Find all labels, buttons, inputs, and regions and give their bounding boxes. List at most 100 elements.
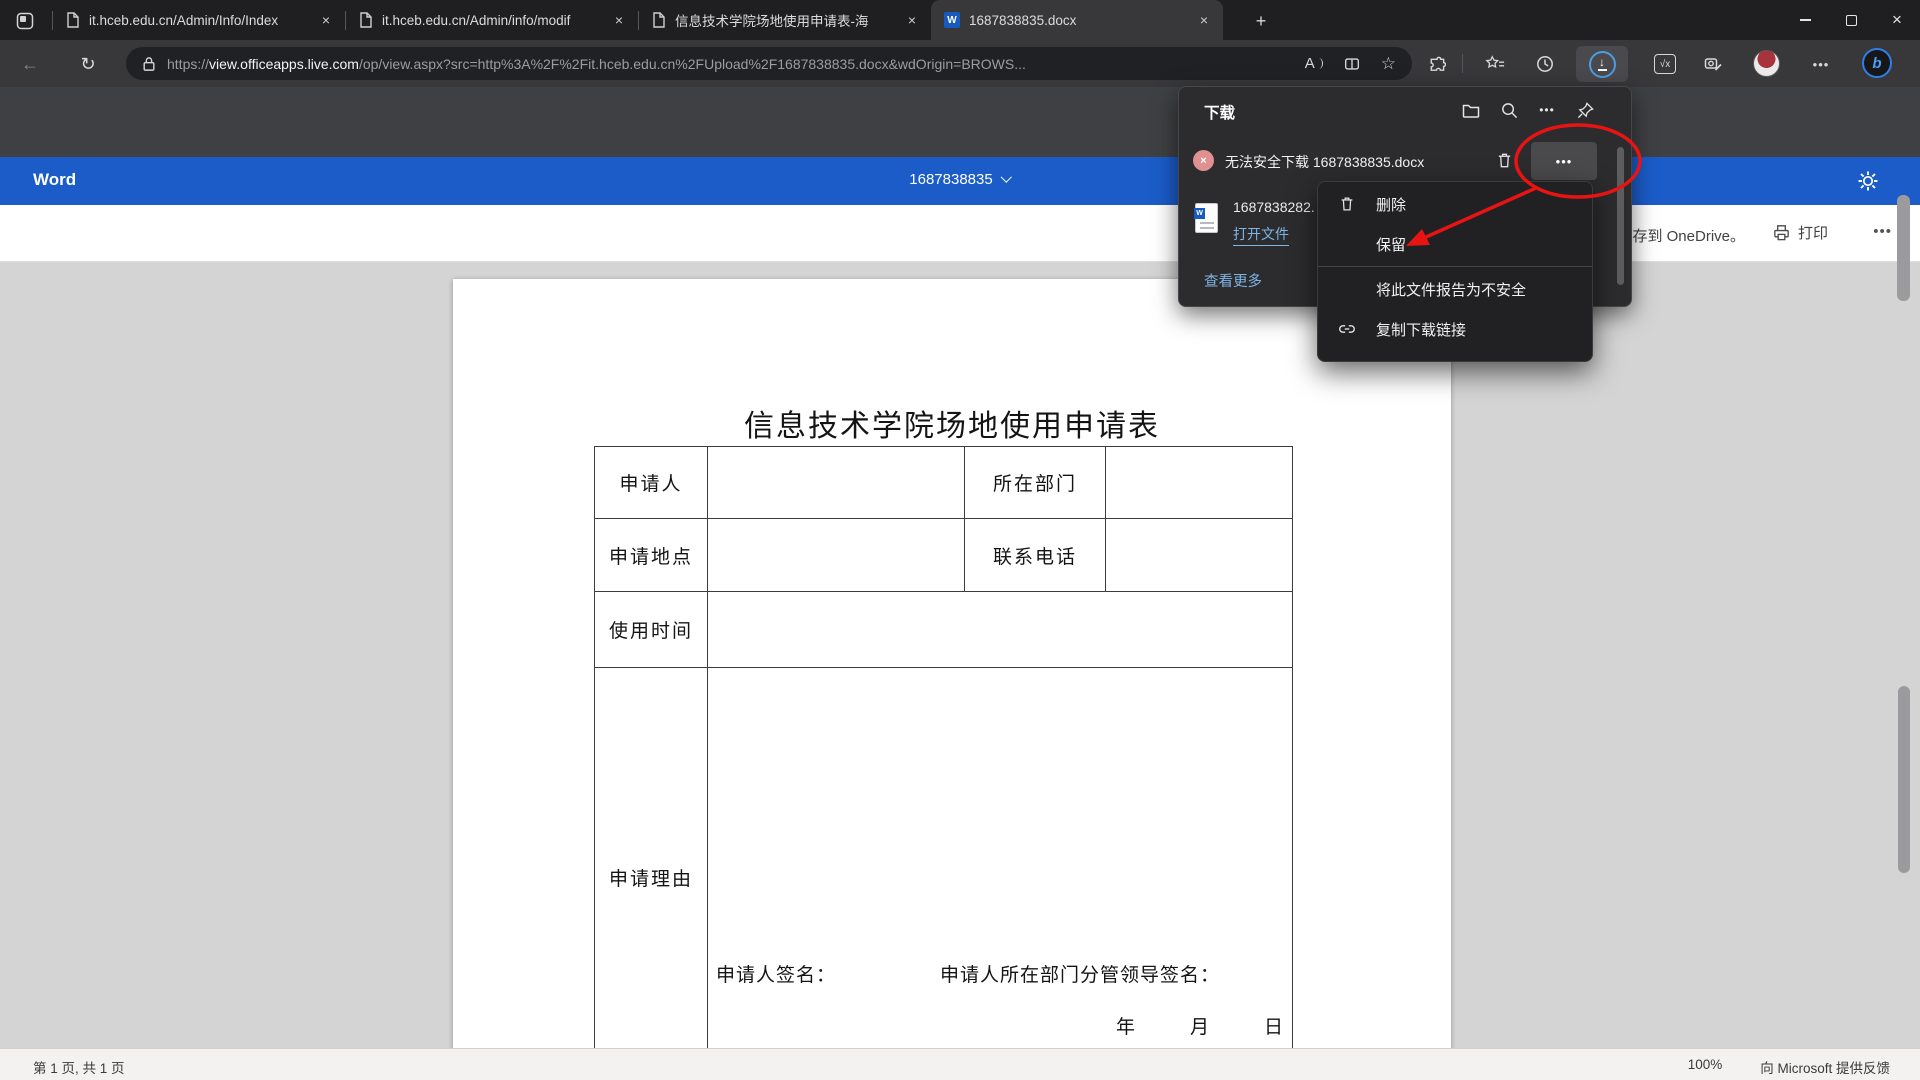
search-downloads-button[interactable]: [1497, 98, 1521, 122]
downloads-more-options-button[interactable]: •••: [1535, 98, 1559, 122]
application-form-table: 申请人 所在部门 申请地点 联系电话 使用时间 申请理由: [594, 446, 1293, 1048]
back-button[interactable]: ←: [14, 48, 46, 80]
word-app-bar: Word 1687838835: [0, 157, 1920, 205]
see-more-link[interactable]: 查看更多: [1204, 270, 1262, 291]
download-item-filename: 1687838282.: [1233, 199, 1323, 215]
downloads-button[interactable]: ↓: [1576, 46, 1628, 82]
download-item-more-button[interactable]: •••: [1531, 142, 1597, 180]
toolbar-separator: [1462, 54, 1463, 73]
feedback-link[interactable]: 向 Microsoft 提供反馈: [1760, 1057, 1890, 1077]
menu-item-copy-download-link[interactable]: 复制下载链接: [1318, 309, 1592, 349]
save-to-onedrive-button[interactable]: 保存到 OneDrive。: [1617, 225, 1745, 246]
label-phone: 联系电话: [965, 519, 1106, 592]
page-icon: [66, 12, 80, 28]
menu-item-keep[interactable]: 保留: [1318, 224, 1592, 264]
maximize-icon: [1846, 15, 1857, 26]
browser-tab-2[interactable]: it.hceb.edu.cn/Admin/info/modif ×: [346, 0, 638, 40]
refresh-button[interactable]: ↻: [72, 48, 104, 80]
collections-icon: [1485, 54, 1505, 74]
menu-item-label: 将此文件报告为不安全: [1376, 279, 1526, 300]
math-solver-button[interactable]: √x: [1650, 49, 1680, 79]
puzzle-icon: [1427, 55, 1446, 74]
lock-icon: [142, 56, 156, 72]
doc-line: [1200, 222, 1214, 224]
menu-item-report-unsafe[interactable]: 将此文件报告为不安全: [1318, 269, 1592, 309]
menu-item-label: 复制下载链接: [1376, 319, 1466, 340]
tab-close-icon[interactable]: ×: [1195, 11, 1213, 29]
doc-line: [1200, 227, 1214, 229]
tab-strip: it.hceb.edu.cn/Admin/Info/Index × it.hce…: [52, 0, 1223, 40]
pin-panel-button[interactable]: [1573, 98, 1597, 122]
delete-download-button[interactable]: [1493, 149, 1515, 171]
downloads-scrollbar-thumb[interactable]: [1617, 147, 1624, 285]
browser-menu-button[interactable]: •••: [1806, 49, 1836, 79]
year-label: 年: [1116, 1012, 1136, 1039]
search-icon: [1500, 101, 1519, 120]
read-aloud-button[interactable]: A: [1305, 55, 1323, 72]
browser-window: it.hceb.edu.cn/Admin/Info/Index × it.hce…: [0, 0, 1920, 1080]
favorite-star-button[interactable]: ☆: [1381, 54, 1396, 74]
page-scrollbar-thumb[interactable]: [1898, 686, 1910, 873]
menu-item-label: 保留: [1376, 234, 1406, 255]
browser-tab-active[interactable]: W 1687838835.docx ×: [931, 0, 1223, 40]
word-app-name: Word: [33, 170, 76, 190]
collections-button[interactable]: [1480, 49, 1510, 79]
panel-scrollbar-thumb[interactable]: [1897, 195, 1910, 301]
settings-button[interactable]: [1856, 169, 1882, 195]
trash-icon: [1318, 195, 1376, 213]
new-tab-button[interactable]: +: [1248, 8, 1274, 34]
day-label: 日: [1264, 1012, 1284, 1039]
tab-title: it.hceb.edu.cn/Admin/Info/Index: [89, 13, 317, 28]
tab-actions-menu-button[interactable]: [12, 8, 38, 34]
menu-item-label: 删除: [1376, 194, 1406, 215]
url-scheme: https://: [167, 56, 209, 72]
url-text: https://view.officeapps.live.com/op/view…: [167, 56, 1285, 72]
window-close-button[interactable]: ×: [1874, 0, 1920, 40]
window-controls: ×: [1782, 0, 1920, 40]
browser-tab-1[interactable]: it.hceb.edu.cn/Admin/Info/Index ×: [53, 0, 345, 40]
maximize-button[interactable]: [1828, 0, 1874, 40]
pin-icon: [1576, 101, 1595, 120]
cell-location-value: [708, 519, 965, 592]
profile-avatar[interactable]: [1753, 50, 1780, 77]
browser-tab-3[interactable]: 信息技术学院场地使用申请表-海 ×: [639, 0, 931, 40]
print-button[interactable]: 打印: [1772, 222, 1828, 243]
tab-close-icon[interactable]: ×: [610, 11, 628, 29]
zoom-level[interactable]: 100%: [1688, 1057, 1723, 1077]
label-reason: 申请理由: [595, 668, 708, 1049]
minimize-button[interactable]: [1782, 0, 1828, 40]
split-screen-button[interactable]: [1343, 55, 1361, 73]
web-capture-button[interactable]: [1698, 49, 1728, 79]
page-icon: [652, 12, 666, 28]
table-row: 使用时间: [595, 592, 1293, 668]
tab-title: 信息技术学院场地使用申请表-海: [675, 10, 903, 30]
sound-wave-icon: [1317, 58, 1323, 69]
download-context-menu: 删除 保留 将此文件报告为不安全 复制下载链接: [1317, 181, 1593, 362]
tab-close-icon[interactable]: ×: [317, 11, 335, 29]
tab-close-icon[interactable]: ×: [903, 11, 921, 29]
open-file-link[interactable]: 打开文件: [1233, 224, 1289, 246]
document-viewport[interactable]: 信息技术学院场地使用申请表 申请人 所在部门 申请地点 联系电话 使用时间: [0, 262, 1920, 1048]
history-clock-icon: [1535, 54, 1555, 74]
downloads-panel-title: 下载: [1204, 101, 1235, 123]
word-document-icon: W: [1195, 203, 1218, 233]
url-field[interactable]: https://view.officeapps.live.com/op/view…: [126, 47, 1412, 80]
viewer-more-button[interactable]: •••: [1873, 223, 1892, 240]
label-applicant: 申请人: [595, 447, 708, 519]
document-title-dropdown[interactable]: 1687838835: [909, 171, 1010, 188]
leader-signature-label: 申请人所在部门分管领导签名：: [940, 960, 1220, 987]
down-arrow-icon: ↓: [1599, 57, 1605, 67]
menu-item-delete[interactable]: 删除: [1318, 184, 1592, 224]
split-screen-icon: [1343, 55, 1361, 73]
chevron-down-icon: [1001, 171, 1012, 182]
cell-usage-time-value: [708, 592, 1293, 668]
tab-actions-icon: [15, 11, 35, 31]
open-downloads-folder-button[interactable]: [1459, 98, 1483, 122]
history-button[interactable]: [1530, 49, 1560, 79]
minimize-icon: [1800, 19, 1811, 21]
bing-chat-button[interactable]: b: [1862, 48, 1892, 78]
cell-department-value: [1106, 447, 1293, 519]
table-row: 申请地点 联系电话: [595, 519, 1293, 592]
extensions-button[interactable]: [1421, 49, 1451, 79]
month-label: 月: [1190, 1012, 1210, 1039]
